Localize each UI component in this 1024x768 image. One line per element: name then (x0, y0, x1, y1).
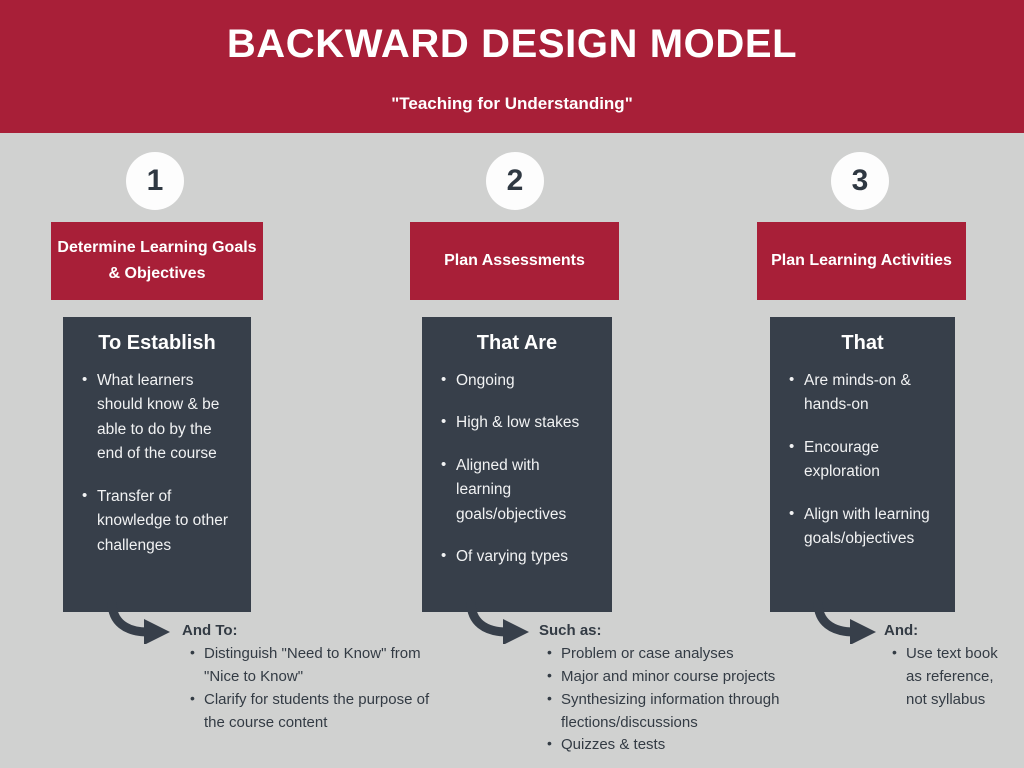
step-detail-list-2: Ongoing High & low stakes Aligned with l… (432, 368, 602, 570)
step-number-2: 2 (506, 164, 524, 197)
step-note-list-2: Problem or case analyses Major and minor… (539, 642, 839, 757)
step-detail-box-2: That Are Ongoing High & low stakes Align… (422, 317, 612, 612)
step-note-list-3: Use text book as reference, not syllabus (884, 642, 1009, 711)
step-note-block-1: And To: Distinguish "Need to Know" from … (182, 621, 452, 734)
list-item: Problem or case analyses (547, 642, 839, 666)
page-title: BACKWARD DESIGN MODEL (226, 22, 798, 66)
step-title-card-1: Determine Learning Goals & Objectives (51, 222, 263, 300)
step-note-block-3: And: Use text book as reference, not syl… (884, 621, 1009, 712)
list-item: Transfer of knowledge to other challenge… (82, 484, 237, 558)
step-number-badge-2: 2 (486, 152, 544, 210)
list-item: Of varying types (441, 544, 598, 569)
step-title-card-3: Plan Learning Activities (757, 222, 966, 300)
page-subtitle: "Teaching for Understanding" (391, 94, 633, 113)
list-item: Clarify for students the purpose of the … (190, 688, 452, 735)
step-detail-heading-2: That Are (476, 332, 558, 354)
list-item: Are minds-on & hands-on (789, 368, 941, 418)
list-item: Aligned with learning goals/objectives (441, 453, 598, 527)
step-number-badge-3: 3 (831, 152, 889, 210)
step-detail-heading-1: To Establish (98, 332, 216, 354)
list-item: Quizzes & tests (547, 733, 839, 757)
step-note-list-1: Distinguish "Need to Know" from "Nice to… (182, 642, 452, 735)
step-number-badge-1: 1 (126, 152, 184, 210)
step-detail-box-1: To Establish What learners should know &… (63, 317, 251, 612)
step-note-title-3: And: (884, 622, 919, 639)
step-number-3: 3 (851, 164, 869, 197)
step-detail-heading-3: That (841, 332, 884, 354)
step-detail-list-3: Are minds-on & hands-on Encourage explor… (780, 368, 945, 552)
step-note-title-1: And To: (182, 622, 238, 639)
step-note-title-2: Such as: (539, 622, 602, 639)
list-item: Distinguish "Need to Know" from "Nice to… (190, 642, 452, 689)
list-item: Synthesizing information through flectio… (547, 688, 839, 735)
infographic-canvas: BACKWARD DESIGN MODEL "Teaching for Unde… (0, 0, 1024, 768)
list-item: High & low stakes (441, 410, 598, 435)
step-title-text-2: Plan Assessments (444, 252, 585, 270)
step-note-block-2: Such as: Problem or case analyses Major … (539, 621, 839, 757)
list-item: Major and minor course projects (547, 665, 839, 689)
list-item: Encourage exploration (789, 435, 941, 485)
step-number-1: 1 (146, 164, 164, 197)
list-item: What learners should know & be able to d… (82, 368, 237, 467)
list-item: Align with learning goals/objectives (789, 502, 941, 552)
step-title-text-1: Determine Learning Goals & Objectives (57, 239, 257, 282)
list-item: Use text book as reference, not syllabus (892, 642, 1009, 711)
step-title-text-3: Plan Learning Activities (771, 252, 952, 270)
step-title-card-2: Plan Assessments (410, 222, 619, 300)
list-item: Ongoing (441, 368, 598, 393)
header-banner: BACKWARD DESIGN MODEL "Teaching for Unde… (0, 0, 1024, 133)
step-detail-list-1: What learners should know & be able to d… (73, 368, 241, 558)
step-detail-box-3: That Are minds-on & hands-on Encourage e… (770, 317, 955, 612)
